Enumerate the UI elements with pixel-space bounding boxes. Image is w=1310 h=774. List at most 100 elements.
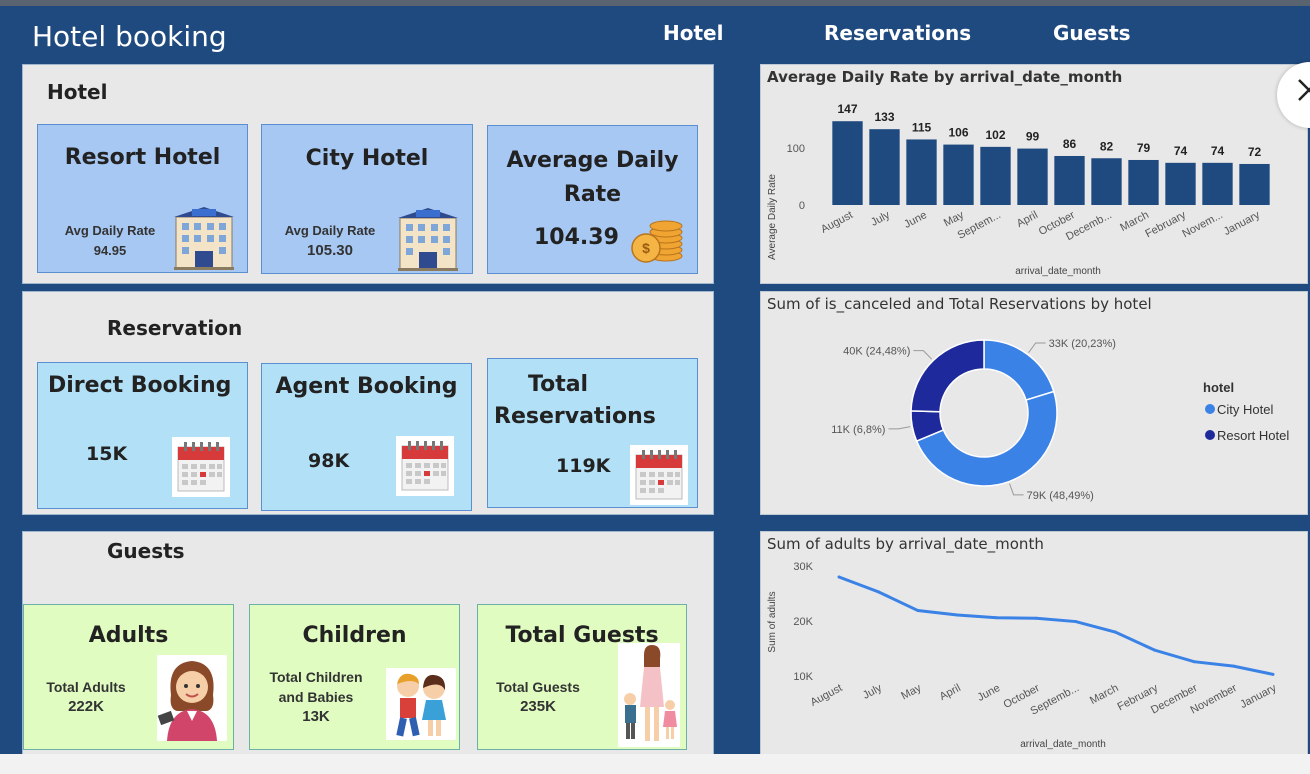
x-tick-label: June xyxy=(976,682,1003,704)
total-reservations-card[interactable]: Total Reservations 119K xyxy=(487,358,698,508)
agent-booking-title: Agent Booking xyxy=(275,374,458,399)
x-tick-label: August xyxy=(819,209,855,236)
resort-hotel-card[interactable]: Resort Hotel Avg Daily Rate 94.95 xyxy=(37,124,248,273)
direct-booking-value: 15K xyxy=(86,443,128,465)
adults-by-month-chart: Sum of adults by arrival_date_month 10K 2… xyxy=(760,531,1308,756)
hotel-panel: Hotel Resort Hotel Avg Daily Rate 94.95 … xyxy=(22,64,714,284)
donut-slice[interactable] xyxy=(983,339,1055,401)
nav-guests[interactable]: Guests xyxy=(1053,21,1131,45)
nav-hotel[interactable]: Hotel xyxy=(663,21,723,45)
line-chart-svg: 10K20K30KAugust July May April June OctoberSe… xyxy=(767,561,1279,750)
bar[interactable] xyxy=(832,121,863,205)
adr-by-month-chart: Average Daily Rate by arrival_date_month… xyxy=(760,64,1308,284)
legend-city-hotel[interactable]: City Hotel xyxy=(1217,402,1273,417)
children-title: Children xyxy=(302,623,407,648)
slice-data-label: 33K (20,23%) xyxy=(1049,338,1116,350)
bar-data-label: 82 xyxy=(1100,139,1114,153)
data-point[interactable] xyxy=(837,575,841,579)
hotel-section-title: Hotel xyxy=(47,80,108,104)
bar-chart-svg: 0100147August133July115June106May102Sept… xyxy=(767,102,1270,277)
children-card[interactable]: Children Total Children and Babies 13K xyxy=(249,604,460,750)
nav-reservations[interactable]: Reservations xyxy=(824,21,971,45)
close-icon xyxy=(1298,79,1310,101)
calendar-icon xyxy=(630,445,688,505)
data-point[interactable] xyxy=(1271,672,1275,676)
total-reservations-value: 119K xyxy=(556,455,611,477)
window-top-strip xyxy=(0,0,1310,6)
agent-booking-card[interactable]: Agent Booking 98K xyxy=(261,363,472,511)
data-point[interactable] xyxy=(1153,648,1157,652)
city-adr-value: 105.30 xyxy=(307,242,353,259)
x-tick-label: May xyxy=(899,682,923,703)
chart3-x-axis-label: arrival_date_month xyxy=(1020,739,1106,750)
total-reservations-title-line1: Total xyxy=(528,372,589,397)
children-label-line1: Total Children xyxy=(269,669,363,685)
data-point[interactable] xyxy=(1074,620,1078,624)
data-point[interactable] xyxy=(1192,660,1196,664)
bar[interactable] xyxy=(1128,159,1159,205)
children-icon xyxy=(386,668,456,740)
x-tick-label: February xyxy=(1143,209,1188,240)
chart1-x-axis-label: arrival_date_month xyxy=(1015,266,1101,277)
bar[interactable] xyxy=(906,139,937,205)
y-tick-label: 100 xyxy=(787,143,805,155)
bar[interactable] xyxy=(1091,158,1122,205)
bar[interactable] xyxy=(1054,155,1085,205)
data-point[interactable] xyxy=(955,613,959,617)
data-point[interactable] xyxy=(916,609,920,613)
hotel-building-icon xyxy=(398,208,459,272)
adults-label: Total Adults xyxy=(46,679,126,695)
donut-chart-svg: 33K (20,23%) 79K (48,49%) 11K (6,8%) 40K (2… xyxy=(831,338,1289,502)
data-point[interactable] xyxy=(876,590,880,594)
adults-card[interactable]: Adults Total Adults 222K xyxy=(23,604,234,750)
bar-data-label: 74 xyxy=(1211,144,1225,158)
slice-data-label: 79K (48,49%) xyxy=(1027,490,1094,502)
reservation-panel: Reservation Direct Booking 15K Agent Boo… xyxy=(22,291,714,515)
chart3-y-axis-label: Sum of adults xyxy=(767,591,778,652)
bar-data-label: 86 xyxy=(1063,137,1077,151)
bar[interactable] xyxy=(980,146,1011,205)
bar[interactable] xyxy=(1017,148,1048,205)
bar-data-label: 74 xyxy=(1174,144,1188,158)
x-tick-label: Novem... xyxy=(1180,209,1224,240)
data-point[interactable] xyxy=(1034,616,1038,620)
total-guests-card[interactable]: Total Guests Total Guests 235K xyxy=(477,604,687,750)
x-tick-label: January xyxy=(1222,209,1263,238)
bar-data-label: 133 xyxy=(874,110,894,124)
bar[interactable] xyxy=(1239,163,1270,205)
leader-line xyxy=(1028,342,1046,353)
adults-value: 222K xyxy=(68,698,104,715)
data-point[interactable] xyxy=(995,616,999,620)
children-label-line2: and Babies xyxy=(278,689,354,705)
x-tick-label: April xyxy=(938,682,963,703)
leader-line xyxy=(1009,483,1024,496)
city-hotel-card[interactable]: City Hotel Avg Daily Rate 105.30 xyxy=(261,124,473,274)
agent-booking-value: 98K xyxy=(308,450,350,472)
data-point[interactable] xyxy=(1113,630,1117,634)
legend-title: hotel xyxy=(1203,380,1234,395)
canceled-by-hotel-chart: Sum of is_canceled and Total Reservation… xyxy=(760,291,1308,515)
calendar-icon xyxy=(396,436,454,496)
bar[interactable] xyxy=(1165,162,1196,205)
slice-data-label: 40K (24,48%) xyxy=(843,346,910,358)
reservation-section-title: Reservation xyxy=(107,316,243,340)
chart1-y-axis-label: Average Daily Rate xyxy=(767,174,778,260)
resort-adr-label: Avg Daily Rate xyxy=(64,223,156,238)
bar[interactable] xyxy=(1202,162,1233,205)
series-line[interactable] xyxy=(838,575,1274,676)
leader-line xyxy=(888,426,911,430)
hotel-building-icon xyxy=(174,207,235,271)
y-tick-label: 0 xyxy=(799,200,805,212)
bar[interactable] xyxy=(869,129,900,205)
bar-data-label: 99 xyxy=(1026,130,1040,144)
legend-resort-hotel[interactable]: Resort Hotel xyxy=(1217,428,1289,443)
family-icon xyxy=(618,643,680,747)
direct-booking-card[interactable]: Direct Booking 15K xyxy=(37,362,248,509)
coins-icon xyxy=(631,220,683,263)
bar[interactable] xyxy=(943,144,974,205)
average-daily-rate-card[interactable]: Average Daily Rate 104.39 xyxy=(487,125,698,274)
bar-data-label: 147 xyxy=(837,102,857,116)
window-bottom-strip xyxy=(0,754,1310,774)
data-point[interactable] xyxy=(1232,664,1236,668)
leader-line xyxy=(913,350,933,360)
